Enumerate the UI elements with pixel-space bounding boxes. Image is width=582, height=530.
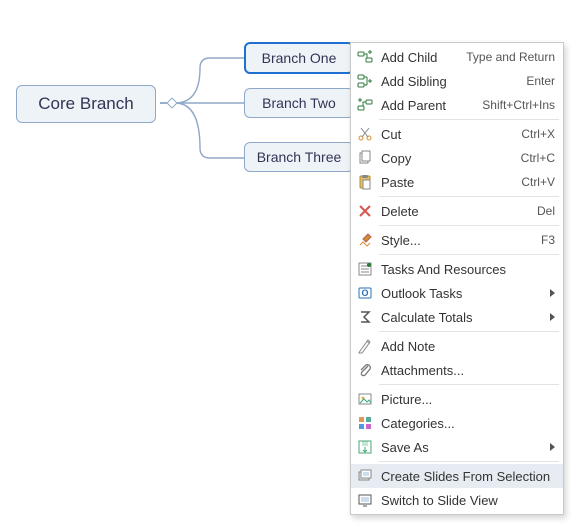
menu-item-label: Cut: [381, 127, 515, 142]
cut-icon: [355, 124, 375, 144]
branch-node-3[interactable]: Branch Three: [244, 142, 354, 172]
menu-item-label: Create Slides From Selection: [381, 469, 555, 484]
menu-item-attachments[interactable]: Attachments...: [351, 358, 563, 382]
branch-label: Branch Two: [262, 95, 336, 111]
menu-item-tasks-and-resources[interactable]: Tasks And Resources: [351, 257, 563, 281]
menu-item-add-sibling[interactable]: Add Sibling Enter: [351, 69, 563, 93]
menu-item-categories[interactable]: Categories...: [351, 411, 563, 435]
menu-item-label: Switch to Slide View: [381, 493, 555, 508]
menu-item-shortcut: Ctrl+X: [521, 127, 555, 141]
menu-item-add-parent[interactable]: Add Parent Shift+Ctrl+Ins: [351, 93, 563, 117]
menu-item-label: Calculate Totals: [381, 310, 544, 325]
menu-item-label: Add Child: [381, 50, 460, 65]
menu-item-style[interactable]: Style... F3: [351, 228, 563, 252]
menu-item-outlook-tasks[interactable]: O Outlook Tasks: [351, 281, 563, 305]
menu-separator: [379, 254, 559, 255]
menu-item-add-child[interactable]: Add Child Type and Return: [351, 45, 563, 69]
style-icon: [355, 230, 375, 250]
menu-separator: [379, 461, 559, 462]
menu-separator: [379, 196, 559, 197]
menu-item-paste[interactable]: Paste Ctrl+V: [351, 170, 563, 194]
menu-item-label: Add Sibling: [381, 74, 520, 89]
menu-item-shortcut: Shift+Ctrl+Ins: [482, 98, 555, 112]
menu-item-shortcut: F3: [541, 233, 555, 247]
menu-item-label: Tasks And Resources: [381, 262, 555, 277]
menu-item-label: Delete: [381, 204, 531, 219]
core-branch-label: Core Branch: [38, 94, 133, 113]
menu-item-shortcut: Type and Return: [466, 50, 555, 64]
menu-item-label: Outlook Tasks: [381, 286, 544, 301]
svg-text:O: O: [361, 288, 368, 298]
categories-icon: [355, 413, 375, 433]
connector-handle: [166, 97, 177, 108]
menu-separator: [379, 225, 559, 226]
menu-item-label: Paste: [381, 175, 515, 190]
menu-item-label: Categories...: [381, 416, 555, 431]
menu-item-create-slides-from-selection[interactable]: Create Slides From Selection: [351, 464, 563, 488]
menu-item-add-note[interactable]: Add Note: [351, 334, 563, 358]
attach-icon: [355, 360, 375, 380]
menu-item-copy[interactable]: Copy Ctrl+C: [351, 146, 563, 170]
core-branch-node[interactable]: Core Branch: [16, 85, 156, 123]
menu-item-label: Style...: [381, 233, 535, 248]
sigma-icon: [355, 307, 375, 327]
branch-node-1[interactable]: Branch One: [244, 42, 354, 74]
menu-item-label: Picture...: [381, 392, 555, 407]
picture-icon: [355, 389, 375, 409]
menu-item-label: Attachments...: [381, 363, 555, 378]
context-menu: Add Child Type and Return Add Sibling Enter…: [350, 42, 564, 515]
menu-item-shortcut: Ctrl+V: [521, 175, 555, 189]
add-sibling-icon: [355, 71, 375, 91]
add-child-icon: [355, 47, 375, 67]
delete-icon: [355, 201, 375, 221]
add-parent-icon: [355, 95, 375, 115]
menu-item-label: Save As: [381, 440, 544, 455]
menu-item-label: Add Note: [381, 339, 555, 354]
menu-item-cut[interactable]: Cut Ctrl+X: [351, 122, 563, 146]
menu-item-shortcut: Enter: [526, 74, 555, 88]
copy-icon: [355, 148, 375, 168]
submenu-arrow-icon: [550, 443, 555, 451]
submenu-arrow-icon: [550, 313, 555, 321]
menu-item-calculate-totals[interactable]: Calculate Totals: [351, 305, 563, 329]
branch-label: Branch Three: [257, 149, 342, 165]
slideview-icon: [355, 490, 375, 510]
menu-item-label: Add Parent: [381, 98, 476, 113]
menu-separator: [379, 384, 559, 385]
note-icon: [355, 336, 375, 356]
menu-separator: [379, 119, 559, 120]
menu-item-picture[interactable]: Picture...: [351, 387, 563, 411]
branch-node-2[interactable]: Branch Two: [244, 88, 354, 118]
branch-label: Branch One: [262, 50, 337, 66]
tasks-icon: [355, 259, 375, 279]
paste-icon: [355, 172, 375, 192]
menu-item-save-as[interactable]: Save As: [351, 435, 563, 459]
menu-item-shortcut: Ctrl+C: [521, 151, 555, 165]
menu-item-switch-to-slide-view[interactable]: Switch to Slide View: [351, 488, 563, 512]
menu-item-label: Copy: [381, 151, 515, 166]
menu-item-delete[interactable]: Delete Del: [351, 199, 563, 223]
slides-icon: [355, 466, 375, 486]
submenu-arrow-icon: [550, 289, 555, 297]
menu-separator: [379, 331, 559, 332]
menu-item-shortcut: Del: [537, 204, 555, 218]
saveas-icon: [355, 437, 375, 457]
outlook-icon: O: [355, 283, 375, 303]
